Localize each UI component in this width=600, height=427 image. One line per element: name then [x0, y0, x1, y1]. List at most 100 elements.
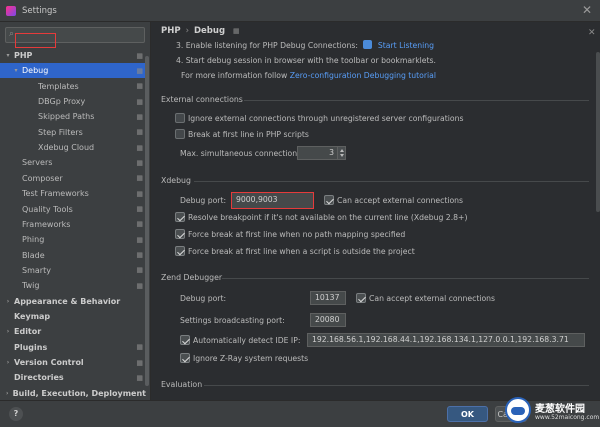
sidebar-item-version-control[interactable]: › Version Control ▦ [0, 355, 146, 370]
sidebar-item-label: Frameworks [22, 219, 71, 229]
sidebar-item-build-execution-deployment[interactable]: › Build, Execution, Deployment [0, 386, 146, 401]
listen-phone-icon [363, 40, 373, 49]
project-settings-icon: ▦ [136, 373, 143, 382]
sidebar-item-plugins[interactable]: Plugins ▦ [0, 340, 146, 355]
breadcrumb-parent[interactable]: PHP [161, 26, 181, 36]
settings-sidebar: ⌕ ▾ PHP ▦ ▾ Debug ▦ Templates ▦ DBGp Proxy ▦ Skipp… [0, 22, 151, 400]
external-connections-title: External connections [161, 95, 243, 104]
sidebar-item-skipped-paths[interactable]: Skipped Paths ▦ [0, 109, 146, 124]
sidebar-item-label: Composer [22, 173, 63, 183]
project-settings-icon: ▦ [136, 220, 143, 229]
sidebar-item-label: Skipped Paths [38, 112, 95, 122]
window-title: Settings [22, 5, 57, 16]
step-3-text: 3. Enable listening for PHP Debug Connec… [176, 41, 358, 50]
project-settings-icon: ▦ [136, 189, 143, 198]
sidebar-item-dbgp-proxy[interactable]: DBGp Proxy ▦ [0, 94, 146, 109]
sidebar-item-composer[interactable]: Composer ▦ [0, 171, 146, 186]
sidebar-item-templates[interactable]: Templates ▦ [0, 79, 146, 94]
sidebar-item-appearance-behavior[interactable]: › Appearance & Behavior [0, 294, 146, 309]
resolve-breakpoint-label: Resolve breakpoint if it's not available… [188, 213, 468, 222]
zend-accept-external-label: Can accept external connections [369, 294, 496, 303]
sidebar-item-label: Directories [14, 373, 64, 383]
sidebar-item-smarty[interactable]: Smarty ▦ [0, 263, 146, 278]
xdebug-port-field[interactable]: 9000,9003 [231, 192, 314, 209]
max-connections-spinner[interactable] [338, 146, 346, 160]
project-settings-icon: ▦ [136, 82, 143, 91]
sidebar-item-test-frameworks[interactable]: Test Frameworks ▦ [0, 186, 146, 201]
project-settings-icon: ▦ [136, 158, 143, 167]
sidebar-item-quality-tools[interactable]: Quality Tools ▦ [0, 202, 146, 217]
resolve-breakpoint-checkbox[interactable] [175, 212, 185, 222]
xdebug-accept-external-checkbox[interactable] [324, 195, 334, 205]
expand-arrow-icon[interactable]: ▾ [12, 67, 20, 74]
collapse-arrow-icon[interactable]: › [4, 359, 12, 366]
sidebar-item-label: Appearance & Behavior [14, 296, 121, 306]
ignore-unregistered-label: Ignore external connections through unre… [188, 114, 464, 123]
project-settings-icon: ▦ [233, 27, 240, 35]
ignore-unregistered-checkbox[interactable] [175, 113, 185, 123]
max-connections-label: Max. simultaneous connections: [180, 149, 304, 158]
sidebar-item-step-filters[interactable]: Step Filters ▦ [0, 125, 146, 140]
app-logo-icon [6, 5, 16, 16]
sidebar-item-twig[interactable]: Twig ▦ [0, 278, 146, 293]
sidebar-item-php[interactable]: ▾ PHP ▦ [0, 48, 146, 63]
zero-config-tutorial-link[interactable]: Zero-configuration Debugging tutorial [290, 71, 436, 80]
sidebar-item-label: Twig [22, 281, 40, 291]
force-break-no-mapping-label: Force break at first line when no path m… [188, 230, 406, 239]
project-settings-icon: ▦ [136, 235, 143, 244]
sidebar-item-label: PHP [14, 51, 33, 60]
sidebar-item-xdebug-cloud[interactable]: Xdebug Cloud ▦ [0, 140, 146, 155]
ignore-zray-label: Ignore Z-Ray system requests [193, 354, 309, 363]
settings-content: PHP › Debug ▦ ✕ 3. Enable listening for … [152, 22, 600, 400]
sidebar-scroll-thumb[interactable] [145, 56, 149, 386]
start-listening-link[interactable]: Start Listening [378, 41, 434, 50]
sidebar-item-debug[interactable]: ▾ Debug ▦ [0, 63, 146, 79]
content-close-icon[interactable]: ✕ [588, 28, 596, 38]
zend-accept-external-checkbox[interactable] [356, 293, 366, 303]
title-bar: Settings ✕ [0, 0, 600, 22]
evaluation-divider [204, 385, 589, 386]
broadcast-port-field[interactable]: 20080 [310, 313, 346, 327]
collapse-arrow-icon[interactable]: › [4, 298, 12, 305]
sidebar-item-label: Test Frameworks [22, 189, 89, 199]
ide-ip-field[interactable]: 192.168.56.1,192.168.44.1,192.168.134.1,… [307, 333, 585, 347]
project-settings-icon: ▦ [136, 266, 143, 275]
ok-button[interactable]: OK [447, 406, 488, 422]
sidebar-item-label: Debug [22, 66, 49, 76]
sidebar-item-keymap[interactable]: Keymap [0, 309, 146, 324]
break-first-line-checkbox[interactable] [175, 129, 185, 139]
breadcrumb-current: Debug [193, 26, 226, 36]
max-connections-field[interactable]: 3 [297, 146, 338, 160]
sidebar-item-blade[interactable]: Blade ▦ [0, 248, 146, 263]
project-settings-icon: ▦ [136, 358, 143, 367]
more-info-prefix: For more information follow [181, 71, 288, 80]
zend-debugger-title: Zend Debugger [161, 273, 223, 282]
sidebar-scrollbar[interactable] [145, 54, 150, 400]
auto-detect-ip-checkbox[interactable] [180, 335, 190, 345]
sidebar-item-label: Xdebug Cloud [38, 143, 95, 153]
force-break-outside-label: Force break at first line when a script … [188, 247, 415, 256]
content-scroll-thumb[interactable] [596, 52, 600, 212]
content-scrollbar[interactable] [596, 52, 600, 352]
project-settings-icon: ▦ [136, 343, 143, 352]
sidebar-item-servers[interactable]: Servers ▦ [0, 155, 146, 170]
sidebar-item-frameworks[interactable]: Frameworks ▦ [0, 217, 146, 232]
zend-debugger-divider [222, 278, 589, 279]
sidebar-item-editor[interactable]: › Editor [0, 324, 146, 339]
force-break-outside-checkbox[interactable] [175, 246, 185, 256]
ignore-zray-checkbox[interactable] [180, 353, 190, 363]
sidebar-item-label: Servers [22, 158, 53, 168]
expand-arrow-icon[interactable]: ▾ [4, 52, 12, 59]
collapse-arrow-icon[interactable]: › [4, 328, 12, 335]
force-break-no-mapping-checkbox[interactable] [175, 229, 185, 239]
close-icon[interactable]: ✕ [582, 3, 592, 17]
collapse-arrow-icon[interactable]: › [4, 390, 11, 397]
sidebar-item-directories[interactable]: Directories ▦ [0, 370, 146, 385]
help-button[interactable]: ? [9, 407, 23, 421]
sidebar-item-label: Step Filters [38, 127, 83, 137]
sidebar-item-label: Version Control [14, 358, 84, 367]
zend-port-field[interactable]: 10137 [310, 291, 346, 305]
sidebar-item-phing[interactable]: Phing ▦ [0, 232, 146, 247]
sidebar-item-label: Quality Tools [22, 204, 73, 214]
sidebar-item-label: Build, Execution, Deployment [12, 388, 146, 398]
